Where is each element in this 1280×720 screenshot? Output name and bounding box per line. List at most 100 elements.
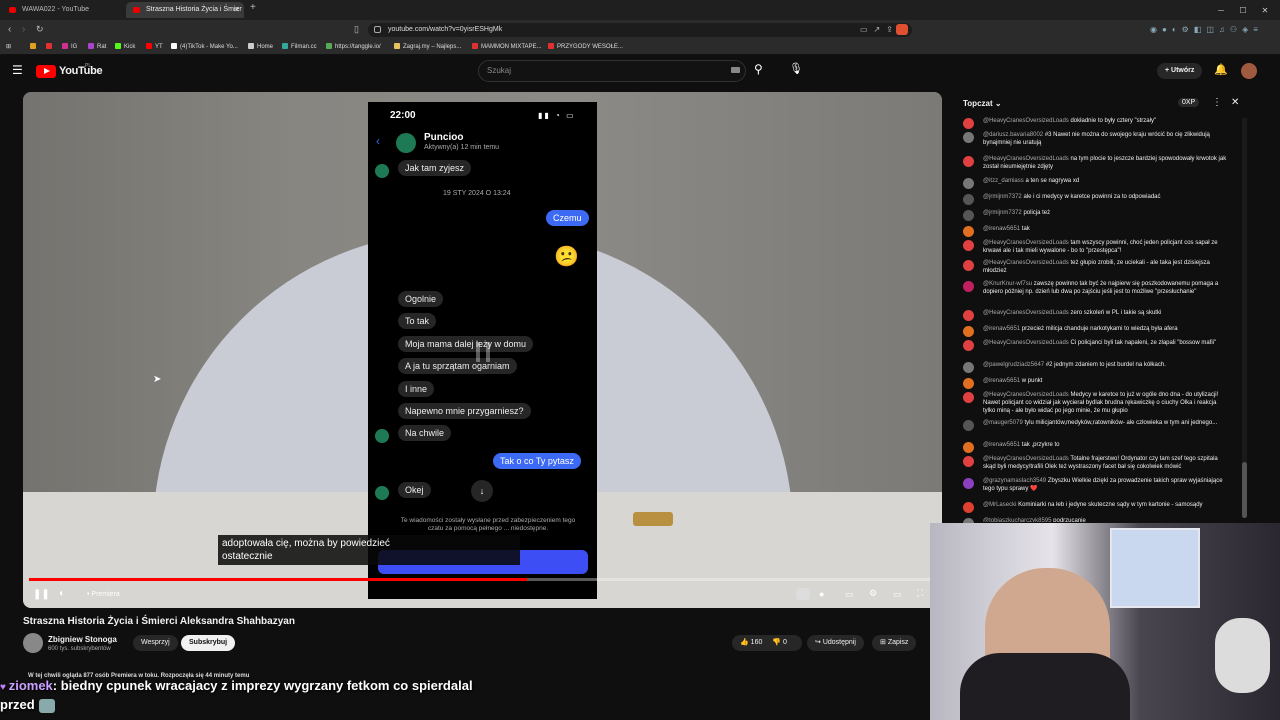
close-chat-icon[interactable]: ✕ bbox=[1231, 97, 1239, 108]
bookmark-mammon[interactable]: MAMMON MIXTAPE... bbox=[472, 39, 542, 55]
chat-avatar[interactable] bbox=[963, 281, 974, 292]
bookmark-tangle[interactable]: https://tanggle.io/ bbox=[326, 39, 381, 55]
bookmark-tiktok[interactable]: (4)TikTok - Make Yo... bbox=[171, 39, 238, 55]
chat-username[interactable]: @HeavyCranesOversizedLoads bbox=[983, 240, 1069, 246]
pause-icon[interactable]: ❚❚ bbox=[33, 589, 50, 600]
bookmark-yt[interactable]: YT bbox=[146, 39, 163, 55]
hamburger-menu-icon[interactable]: ☰ bbox=[12, 63, 23, 77]
chat-username[interactable]: @irenaw5651 bbox=[983, 442, 1020, 448]
bookmark-kick[interactable]: Kick bbox=[115, 39, 135, 55]
thumbs-up-icon[interactable]: 👍 bbox=[740, 639, 751, 646]
keyboard-icon[interactable] bbox=[731, 67, 740, 73]
tab-wawa022[interactable]: WAWA022 - YouTube bbox=[2, 2, 124, 18]
save-button[interactable]: ⊞ Zapisz bbox=[872, 635, 917, 651]
notifications-bell-icon[interactable]: 🔔 bbox=[1214, 63, 1228, 76]
bookmark-icon-generic[interactable] bbox=[46, 39, 55, 55]
chat-username[interactable]: @grazynamaslach3549 bbox=[983, 478, 1046, 484]
chat-avatar[interactable] bbox=[963, 194, 974, 205]
channel-name[interactable]: Zbigniew Stonoga bbox=[48, 635, 117, 644]
chat-username[interactable]: @irenaw5651 bbox=[983, 326, 1020, 332]
chat-username[interactable]: @dariusz.bavaria8002 bbox=[983, 132, 1043, 138]
chat-username[interactable]: @HeavyCranesOversizedLoads bbox=[983, 340, 1069, 346]
chat-avatar[interactable] bbox=[963, 132, 974, 143]
extensions-icons[interactable]: ◉●◐⚙◧◫♫⚇◈≡ bbox=[1150, 20, 1275, 39]
search-icon[interactable]: ⚲ bbox=[754, 62, 763, 76]
chat-username[interactable]: @pawelgrudziadz5647 bbox=[983, 362, 1044, 368]
thumbs-down-icon[interactable]: 👎 bbox=[772, 639, 783, 646]
bookmark-przygody[interactable]: PRZYGODY WESOŁE... bbox=[548, 39, 623, 55]
chat-mode-dropdown[interactable]: Topczat ⌄ bbox=[963, 99, 1002, 108]
chat-avatar[interactable] bbox=[963, 240, 974, 251]
chat-avatar[interactable] bbox=[963, 456, 974, 467]
fullscreen-icon[interactable]: ⛶ bbox=[917, 588, 923, 599]
chat-username[interactable]: @tobiaszkucharczyk8595 bbox=[983, 518, 1051, 522]
subscribe-button[interactable]: Subskrybuj bbox=[181, 635, 236, 651]
chat-username[interactable]: @jrmijnm7372 bbox=[983, 210, 1022, 216]
bookmark-rat[interactable]: Rat bbox=[88, 39, 106, 55]
chat-username[interactable]: @HeavyCranesOversizedLoads bbox=[983, 260, 1069, 266]
maximize-icon[interactable]: ☐ bbox=[1232, 2, 1254, 20]
chat-avatar[interactable] bbox=[963, 378, 974, 389]
chat-avatar[interactable] bbox=[963, 260, 974, 271]
support-button[interactable]: Wesprzyj bbox=[133, 635, 178, 651]
search-input[interactable]: Szukaj bbox=[478, 60, 746, 82]
chat-scrollbar-thumb[interactable] bbox=[1242, 462, 1247, 518]
youtube-logo-text[interactable]: YouTube bbox=[59, 65, 103, 77]
bookmark-zagraj[interactable]: Zagraj.my – Najleps... bbox=[394, 39, 461, 55]
youtube-logo-icon[interactable] bbox=[36, 65, 56, 78]
miniplayer-dot-icon[interactable]: ● bbox=[819, 589, 824, 599]
more-options-icon[interactable]: ⋮ bbox=[1212, 97, 1222, 108]
chat-username[interactable]: @KnurKnur-wf7su bbox=[983, 281, 1032, 287]
chat-username[interactable]: @HeavyCranesOversizedLoads bbox=[983, 310, 1069, 316]
chat-avatar[interactable] bbox=[963, 420, 974, 431]
chat-username[interactable]: @irenaw5651 bbox=[983, 378, 1020, 384]
chat-avatar[interactable] bbox=[963, 210, 974, 221]
chat-avatar[interactable] bbox=[963, 310, 974, 321]
channel-avatar[interactable] bbox=[23, 633, 43, 653]
settings-gear-icon[interactable]: ⚙ bbox=[869, 588, 877, 599]
subtitles-icon[interactable]: ▭ bbox=[845, 589, 854, 600]
chat-avatar[interactable] bbox=[963, 340, 974, 351]
chat-avatar[interactable] bbox=[963, 178, 974, 189]
chat-avatar[interactable] bbox=[963, 362, 974, 373]
minimize-icon[interactable]: ─ bbox=[1210, 2, 1232, 20]
avatar[interactable] bbox=[1241, 63, 1257, 79]
bookmark-home[interactable]: Home bbox=[248, 39, 273, 55]
volume-icon[interactable]: ◖ bbox=[58, 588, 64, 599]
chat-username[interactable]: @jrmijnm7372 bbox=[983, 194, 1022, 200]
theater-mode-icon[interactable]: ▭ bbox=[893, 589, 902, 600]
chat-avatar[interactable] bbox=[963, 226, 974, 237]
chat-scrollbar[interactable] bbox=[1242, 118, 1247, 518]
chat-avatar[interactable] bbox=[963, 502, 974, 513]
chat-avatar[interactable] bbox=[963, 392, 974, 403]
forward-icon[interactable]: › bbox=[22, 20, 25, 39]
video-player[interactable]: 22:00 ▮▮ ◔ ▭ ‹ Puncioo Aktywny(a) 12 min… bbox=[23, 92, 942, 608]
new-tab-button[interactable]: + bbox=[250, 2, 256, 13]
chat-username[interactable]: @itzz_damiass bbox=[983, 178, 1024, 184]
chat-username[interactable]: @irenaw5651 bbox=[983, 226, 1020, 232]
chat-username[interactable]: @HeavyCranesOversizedLoads bbox=[983, 118, 1069, 124]
chat-avatar[interactable] bbox=[963, 478, 974, 489]
chat-username[interactable]: @mauger5079 bbox=[983, 420, 1023, 426]
close-tab-icon[interactable]: ✕ bbox=[233, 2, 240, 18]
bookmark-folder-icon[interactable] bbox=[30, 39, 39, 55]
tab-current-video[interactable]: Straszna Historia Życia i Śmier ✕ bbox=[126, 2, 244, 18]
create-button[interactable]: + Utwórz bbox=[1157, 63, 1203, 79]
chat-username[interactable]: @HeavyCranesOversizedLoads bbox=[983, 156, 1069, 162]
bookmark-icon[interactable]: ▯ bbox=[354, 20, 359, 39]
reload-icon[interactable]: ↻ bbox=[36, 20, 44, 39]
apps-icon[interactable]: ⊞ bbox=[6, 39, 11, 55]
chat-username[interactable]: @HeavyCranesOversizedLoads bbox=[983, 456, 1069, 462]
close-window-icon[interactable]: ✕ bbox=[1254, 2, 1276, 20]
chat-username[interactable]: @HeavyCranesOversizedLoads bbox=[983, 392, 1069, 398]
chat-avatar[interactable] bbox=[963, 156, 974, 167]
site-info-icon[interactable] bbox=[374, 26, 381, 33]
points-badge[interactable]: 0XP bbox=[1178, 98, 1200, 107]
bookmark-ig[interactable]: IG bbox=[62, 39, 77, 55]
chat-avatar[interactable] bbox=[963, 326, 974, 337]
microphone-icon[interactable]: 🎙 bbox=[789, 62, 803, 75]
chat-username[interactable]: @MrLasecki bbox=[983, 502, 1016, 508]
chat-avatar[interactable] bbox=[963, 442, 974, 453]
brave-shield-icon[interactable] bbox=[896, 24, 908, 35]
autoplay-icon[interactable] bbox=[796, 588, 810, 600]
